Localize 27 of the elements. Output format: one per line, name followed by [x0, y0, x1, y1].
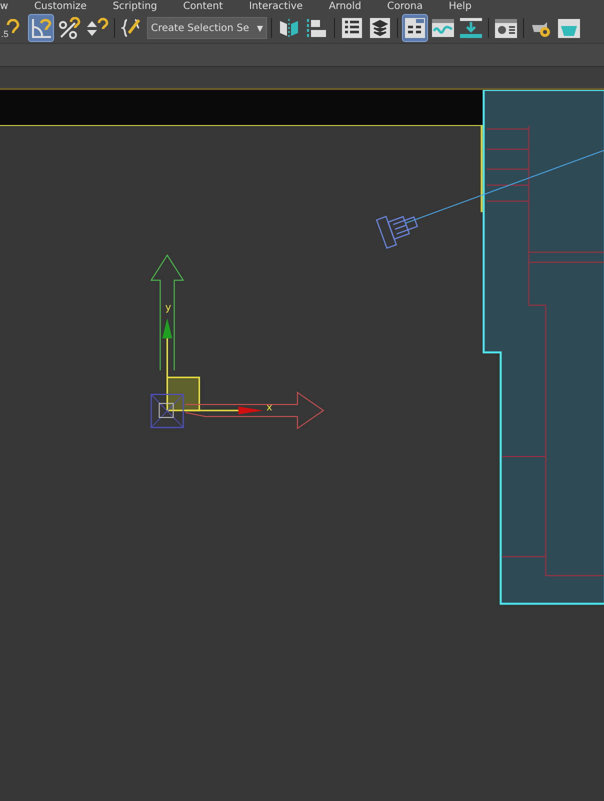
selection-set-dropdown[interactable]: Create Selection Se ▼ [147, 17, 267, 39]
angle-snap-icon [29, 17, 53, 39]
toolbar-button[interactable] [56, 14, 82, 42]
panel-layout-icon [404, 17, 426, 39]
curve-editor-icon [431, 17, 455, 39]
download-icon [459, 17, 483, 39]
align-icon [306, 17, 328, 39]
menu-item[interactable]: Help [448, 0, 472, 12]
render-frame-icon [557, 17, 581, 39]
percent-snap-icon [57, 17, 81, 39]
menu-item[interactable]: Scripting [112, 0, 158, 12]
menu-item[interactable]: w [0, 0, 8, 12]
braces-pencil-icon [121, 17, 143, 39]
camera-icon [376, 216, 418, 249]
menu-item[interactable]: Customize [34, 0, 87, 12]
menu-item[interactable]: Interactive [248, 0, 303, 12]
menu-item[interactable]: Arnold [328, 0, 362, 12]
toolbar-button[interactable] [402, 14, 428, 42]
material-editor-icon [494, 17, 518, 39]
layers-icon [369, 17, 391, 39]
menu-item[interactable]: Corona [387, 0, 423, 12]
axis-label: x [266, 402, 272, 414]
menu-item[interactable]: Content [183, 0, 223, 12]
table-list-icon [341, 17, 363, 39]
axis-label: y [165, 302, 172, 314]
toolbar-button[interactable]: .5 [0, 14, 26, 42]
mirror-icon [278, 17, 300, 39]
